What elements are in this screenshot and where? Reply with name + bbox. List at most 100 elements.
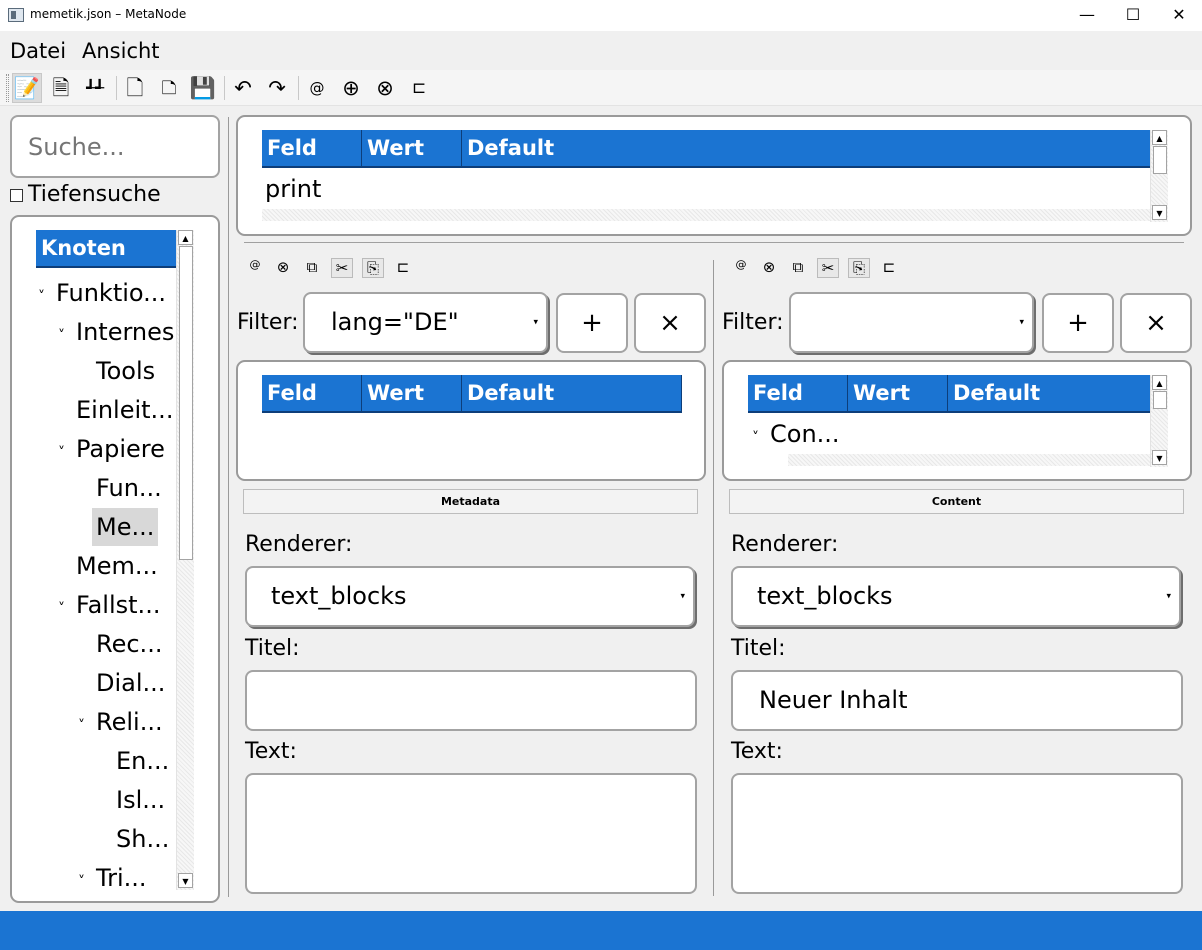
table-row[interactable]: print [265, 175, 321, 203]
tree-item[interactable]: Fun... [96, 469, 162, 507]
cut-icon[interactable]: ✂ [331, 258, 353, 278]
copy-icon[interactable]: ⧉ [787, 258, 809, 276]
remove-circle-icon[interactable]: ⊗ [272, 258, 294, 276]
add-filter-button[interactable]: + [1042, 293, 1114, 353]
tree-item[interactable]: ˅ Tri... [78, 859, 147, 897]
tree-item[interactable]: ˅ Papiere [58, 430, 165, 468]
clear-filter-button[interactable]: × [1120, 293, 1192, 353]
remove-circle-icon[interactable]: ⊗ [758, 258, 780, 276]
column-header-wert[interactable]: Wert [848, 375, 948, 411]
tree-item[interactable]: ˅ Internes [58, 313, 174, 351]
scroll-down-icon[interactable]: ▼ [178, 873, 193, 888]
column-header-wert[interactable]: Wert [362, 130, 462, 166]
text-area[interactable] [245, 773, 697, 894]
copy-icon[interactable]: ⧉ [301, 258, 323, 276]
tree-item[interactable]: ˅ Fallst... [58, 586, 160, 624]
tree-header[interactable]: Knoten [36, 230, 178, 268]
panel-divider[interactable] [713, 260, 714, 896]
maximize-button[interactable]: ☐ [1110, 0, 1156, 32]
chevron-down-icon[interactable]: ˅ [38, 278, 56, 316]
top-table-scrollbar[interactable]: ▲ ▼ [1150, 130, 1168, 222]
splitter[interactable] [228, 117, 229, 897]
document-icon[interactable]: 🗎 [46, 73, 76, 103]
tree-item[interactable]: ˅ Funktio... [38, 274, 166, 312]
column-header-default[interactable]: Default [462, 375, 682, 411]
deep-search-checkbox[interactable] [10, 189, 23, 202]
tree-item[interactable]: En... [116, 742, 169, 780]
toolbar-grip[interactable] [6, 74, 9, 102]
chevron-down-icon[interactable]: ˅ [58, 590, 76, 628]
chevron-down-icon[interactable]: ˅ [752, 430, 770, 446]
add-filter-button[interactable]: + [556, 293, 628, 353]
table-row[interactable]: ˅ Con... [752, 420, 840, 448]
blank-file-icon[interactable]: 🗅 [154, 73, 184, 103]
column-header-default[interactable]: Default [462, 130, 1150, 166]
at-icon[interactable]: @ [302, 73, 332, 103]
remove-circle-icon[interactable]: ⊗ [370, 73, 400, 103]
chevron-down-icon[interactable]: ˅ [58, 317, 76, 355]
scroll-up-icon[interactable]: ▲ [178, 230, 193, 245]
new-file-icon[interactable]: 🗋 [120, 73, 150, 103]
add-circle-icon[interactable]: ⊕ [336, 73, 366, 103]
scroll-thumb[interactable] [1153, 146, 1167, 174]
tag-icon[interactable]: ⊏ [392, 258, 414, 276]
redo-icon[interactable]: ↷ [262, 73, 292, 103]
scroll-up-icon[interactable]: ▲ [1152, 130, 1167, 145]
paste-icon[interactable]: ⎘ [848, 258, 870, 278]
chevron-down-icon[interactable]: ˅ [78, 863, 96, 901]
close-button[interactable]: ✕ [1156, 0, 1202, 32]
tree-scrollbar[interactable]: ▲ ▼ [176, 230, 194, 890]
search-box[interactable] [10, 115, 220, 178]
horizontal-splitter[interactable] [244, 242, 1184, 243]
menu-file[interactable]: Datei [10, 39, 66, 63]
renderer-dropdown[interactable]: text_blocks ▾ [245, 566, 695, 627]
content-table-scrollbar[interactable]: ▲ ▼ [1150, 375, 1168, 467]
column-header-default[interactable]: Default [948, 375, 1150, 411]
tree-item[interactable]: Einleit... [76, 391, 173, 429]
tree-item[interactable]: Rec... [96, 625, 162, 663]
tag-icon[interactable]: ⊏ [404, 73, 434, 103]
filter-dropdown[interactable]: ▾ [789, 292, 1034, 353]
tree-item[interactable]: ˅ Reli... [78, 703, 163, 741]
tree-item[interactable]: Isl... [116, 781, 165, 819]
content-section-button[interactable]: Content [729, 489, 1184, 514]
node-link-icon[interactable]: ┹┹ [80, 73, 110, 103]
scroll-up-icon[interactable]: ▲ [1152, 375, 1167, 390]
tree-item[interactable]: Dial... [96, 664, 165, 702]
edit-icon[interactable]: 📝 [12, 73, 42, 103]
metadata-section-button[interactable]: Metadata [243, 489, 698, 514]
text-area[interactable] [731, 773, 1183, 894]
at-icon[interactable]: @ [730, 258, 752, 271]
title-input[interactable]: Neuer Inhalt [731, 670, 1183, 731]
tree-item[interactable]: Me... [92, 508, 159, 546]
column-header-feld[interactable]: Feld [748, 375, 848, 411]
tree-item[interactable]: Mem... [76, 547, 158, 585]
column-header-feld[interactable]: Feld [262, 375, 362, 411]
at-icon[interactable]: @ [244, 258, 266, 271]
tree-item[interactable]: Sh... [116, 820, 169, 858]
column-header-feld[interactable]: Feld [262, 130, 362, 166]
save-icon[interactable]: 💾 [188, 73, 218, 103]
chevron-down-icon[interactable]: ˅ [58, 434, 76, 472]
scroll-down-icon[interactable]: ▼ [1152, 450, 1167, 465]
filter-dropdown[interactable]: lang="DE" ▾ [303, 292, 548, 353]
menu-view[interactable]: Ansicht [82, 39, 160, 63]
minimize-button[interactable]: — [1064, 0, 1110, 32]
search-input[interactable] [26, 127, 206, 167]
column-header-wert[interactable]: Wert [362, 375, 462, 411]
scroll-thumb[interactable] [179, 246, 193, 560]
horizontal-scrollbar[interactable] [788, 454, 1150, 466]
title-input[interactable] [245, 670, 697, 731]
clear-filter-button[interactable]: × [634, 293, 706, 353]
paste-icon[interactable]: ⎘ [362, 258, 384, 278]
undo-icon[interactable]: ↶ [228, 73, 258, 103]
renderer-dropdown[interactable]: text_blocks ▾ [731, 566, 1181, 627]
scroll-thumb[interactable] [1153, 391, 1167, 409]
tree-item[interactable]: Tools [96, 352, 155, 390]
scroll-down-icon[interactable]: ▼ [1152, 205, 1167, 220]
cut-icon[interactable]: ✂ [817, 258, 839, 278]
chevron-down-icon[interactable]: ˅ [78, 707, 96, 745]
metadata-table-panel: Feld Wert Default [236, 360, 706, 481]
horizontal-scrollbar[interactable] [262, 209, 1150, 221]
tag-icon[interactable]: ⊏ [878, 258, 900, 276]
